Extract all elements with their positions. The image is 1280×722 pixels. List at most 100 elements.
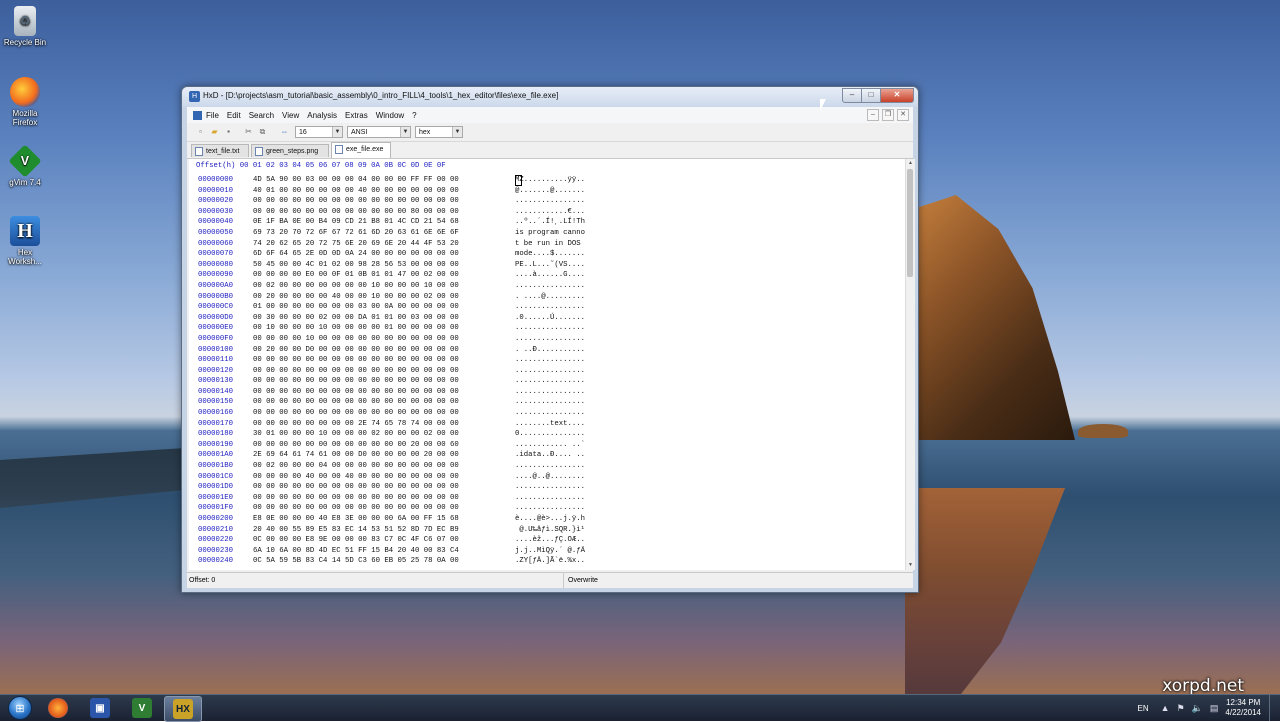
hex-row-text: ................ <box>515 303 586 312</box>
maximize-button[interactable]: □ <box>861 88 881 103</box>
mdi-minimize-button[interactable]: – <box>867 109 879 121</box>
hex-row[interactable]: 000000B0 00 20 00 00 00 00 40 00 00 10 00… <box>198 292 585 303</box>
bytes-per-row-select[interactable]: 16 ▼ <box>295 126 343 138</box>
charset-select[interactable]: ANSI ▼ <box>347 126 411 138</box>
hex-row[interactable]: 00000240 0C 5A 59 5B 83 C4 14 5D C3 60 EB… <box>198 556 585 567</box>
chevron-down-icon[interactable]: ▼ <box>452 127 462 137</box>
open-folder-icon[interactable]: ▰ <box>209 126 220 137</box>
hex-row[interactable]: 00000100 00 20 00 00 D0 00 00 00 00 00 00… <box>198 345 585 356</box>
language-indicator[interactable]: EN <box>1138 704 1149 713</box>
hex-row-text: ................ <box>515 377 586 386</box>
menu-analysis[interactable]: Analysis <box>307 111 337 120</box>
show-desktop-button[interactable] <box>1269 695 1280 721</box>
minimize-button[interactable]: – <box>842 88 862 103</box>
hex-row[interactable]: 00000160 00 00 00 00 00 00 00 00 00 00 00… <box>198 408 585 419</box>
hex-row[interactable]: 00000040 0E 1F BA 0E 00 B4 09 CD 21 B8 01… <box>198 217 585 228</box>
desktop-icon-gvim[interactable]: V gVim 7.4 <box>2 144 48 187</box>
clock[interactable]: 12:34 PM 4/22/2014 <box>1225 698 1261 718</box>
desktop-icon-firefox[interactable]: Mozilla Firefox <box>2 77 48 127</box>
hex-row[interactable]: 00000150 00 00 00 00 00 00 00 00 00 00 00… <box>198 397 585 408</box>
hex-row[interactable]: 000000D0 00 30 00 00 00 02 00 00 DA 01 01… <box>198 313 585 324</box>
title-bar[interactable]: H HxD - [D:\projects\asm_tutorial\basic_… <box>182 87 918 107</box>
menu-extras[interactable]: Extras <box>345 111 368 120</box>
scroll-down-icon[interactable]: ▼ <box>906 561 915 570</box>
hex-row[interactable]: 000001D0 00 00 00 00 00 00 00 00 00 00 00… <box>198 482 585 493</box>
copy-icon[interactable]: ⧉ <box>257 126 268 137</box>
hex-row[interactable]: 00000230 6A 10 6A 00 8D 4D EC 51 FF 15 B4… <box>198 546 585 557</box>
hex-row[interactable]: 00000200 E8 0E 00 00 00 40 E8 3E 00 00 00… <box>198 514 585 525</box>
hex-row-text: ................ <box>515 366 586 375</box>
hex-row[interactable]: 00000140 00 00 00 00 00 00 00 00 00 00 00… <box>198 387 585 398</box>
hex-row-text: ............€... <box>515 207 586 216</box>
tab-text-file[interactable]: text_file.txt <box>191 144 249 157</box>
save-icon[interactable]: ▪ <box>223 126 234 137</box>
hex-row[interactable]: 00000190 00 00 00 00 00 00 00 00 00 00 00… <box>198 440 585 451</box>
vertical-scrollbar[interactable]: ▲ ▼ <box>905 159 915 570</box>
hex-row-bytes: 50 45 00 00 4C 01 02 00 98 28 56 53 00 0… <box>253 260 459 269</box>
hex-row[interactable]: 000000E0 00 10 00 00 00 10 00 00 00 00 01… <box>198 323 585 334</box>
hex-row[interactable]: 00000060 74 20 62 65 20 72 75 6E 20 69 6E… <box>198 239 585 250</box>
tab-green-steps[interactable]: green_steps.png <box>251 144 329 157</box>
hex-row-offset: 00000040 <box>198 218 234 227</box>
taskbar-vim[interactable]: V <box>124 696 160 720</box>
view-icon[interactable]: ⇔ <box>279 126 290 137</box>
hex-row[interactable]: 00000010 40 01 00 00 00 00 00 00 40 00 00… <box>198 186 585 197</box>
cut-icon[interactable]: ✂ <box>243 126 254 137</box>
hex-row[interactable]: 00000210 20 40 00 55 89 E5 83 EC 14 53 51… <box>198 525 585 536</box>
taskbar-firefox[interactable] <box>40 696 76 720</box>
offset-base-select[interactable]: hex ▼ <box>415 126 463 138</box>
menu-view[interactable]: View <box>282 111 299 120</box>
hex-row[interactable]: 000000F0 00 00 00 00 10 00 00 00 00 00 00… <box>198 334 585 345</box>
hex-row[interactable]: 000001B0 00 02 00 00 00 04 00 00 00 00 00… <box>198 461 585 472</box>
desktop-icon-hex-workshop[interactable]: H Hex Worksh... <box>2 216 48 266</box>
hex-row[interactable]: 00000090 00 00 00 00 E0 00 0F 01 0B 01 01… <box>198 270 585 281</box>
tab-exe-file[interactable]: exe_file.exe <box>331 142 391 158</box>
chevron-down-icon[interactable]: ▼ <box>332 127 342 137</box>
desktop-icon-recycle-bin[interactable]: ♻ Recycle Bin <box>2 6 48 47</box>
scroll-thumb[interactable] <box>907 169 913 277</box>
start-button[interactable]: ⊞ <box>4 696 36 720</box>
hex-row[interactable]: 000001C0 00 00 00 00 40 00 00 40 00 00 00… <box>198 472 585 483</box>
menu-window[interactable]: Window <box>376 111 404 120</box>
menu-search[interactable]: Search <box>249 111 274 120</box>
hex-row[interactable]: 00000130 00 00 00 00 00 00 00 00 00 00 00… <box>198 376 585 387</box>
hex-row[interactable]: 000001E0 00 00 00 00 00 00 00 00 00 00 00… <box>198 493 585 504</box>
scroll-up-icon[interactable]: ▲ <box>906 159 915 168</box>
hex-row[interactable]: 00000020 00 00 00 00 00 00 00 00 00 00 00… <box>198 196 585 207</box>
new-file-icon[interactable]: ▫ <box>195 126 206 137</box>
hex-row[interactable]: 000000C0 01 00 00 00 00 00 00 00 03 00 0A… <box>198 302 585 313</box>
flag-icon[interactable]: ⚑ <box>1177 703 1185 714</box>
hex-row[interactable]: 00000180 30 01 00 00 00 10 00 00 00 02 00… <box>198 429 585 440</box>
hex-row-bytes: 00 00 00 00 00 00 00 00 00 00 00 00 00 0… <box>253 377 459 386</box>
hex-row[interactable]: 00000070 6D 6F 64 65 2E 0D 0D 0A 24 00 00… <box>198 249 585 260</box>
close-button[interactable]: ✕ <box>880 88 914 103</box>
hex-row[interactable]: 00000220 0C 00 00 00 E8 9E 00 00 00 83 C7… <box>198 535 585 546</box>
hex-row[interactable]: 00000170 00 00 00 00 00 00 00 00 2E 74 65… <box>198 419 585 430</box>
taskbar-save-app[interactable]: ▣ <box>82 696 118 720</box>
hex-view[interactable]: Offset(h) 00 01 02 03 04 05 06 07 08 09 … <box>189 159 905 570</box>
hxd-app-icon[interactable]: H <box>189 91 200 102</box>
hex-row[interactable]: 00000050 69 73 20 70 72 6F 67 72 61 6D 20… <box>198 228 585 239</box>
status-edit-mode[interactable]: Overwrite <box>563 573 598 588</box>
hex-row[interactable]: 00000030 00 00 00 00 00 00 00 00 00 00 00… <box>198 207 585 218</box>
hex-row[interactable]: 000001F0 00 00 00 00 00 00 00 00 00 00 00… <box>198 503 585 514</box>
hex-row[interactable]: 000001A0 2E 69 64 61 74 61 00 00 D0 00 00… <box>198 450 585 461</box>
network-icon[interactable]: ▤ <box>1210 703 1219 714</box>
volume-icon[interactable]: 🔈 <box>1192 703 1203 714</box>
hex-row-text: ................ <box>515 462 586 471</box>
mdi-restore-button[interactable]: ❐ <box>882 109 894 121</box>
hex-row[interactable]: 00000110 00 00 00 00 00 00 00 00 00 00 00… <box>198 355 585 366</box>
menu-edit[interactable]: Edit <box>227 111 241 120</box>
document-icon[interactable] <box>193 110 202 120</box>
hex-row[interactable]: 00000000 4D 5A 90 00 03 00 00 00 04 00 00… <box>198 175 585 186</box>
hex-row[interactable]: 00000120 00 00 00 00 00 00 00 00 00 00 00… <box>198 366 585 377</box>
chevron-down-icon[interactable]: ▼ <box>400 127 410 137</box>
taskbar-hxd[interactable]: HX <box>164 696 202 722</box>
mdi-close-button[interactable]: ✕ <box>897 109 909 121</box>
hex-rows: 00000000 4D 5A 90 00 03 00 00 00 04 00 00… <box>198 175 585 567</box>
menu-file[interactable]: File <box>206 111 219 120</box>
hex-row[interactable]: 000000A0 00 02 00 00 00 00 00 00 00 10 00… <box>198 281 585 292</box>
hex-row[interactable]: 00000080 50 45 00 00 4C 01 02 00 98 28 56… <box>198 260 585 271</box>
menu-help[interactable]: ? <box>412 111 416 120</box>
chevron-up-icon[interactable]: ▲ <box>1161 703 1170 713</box>
